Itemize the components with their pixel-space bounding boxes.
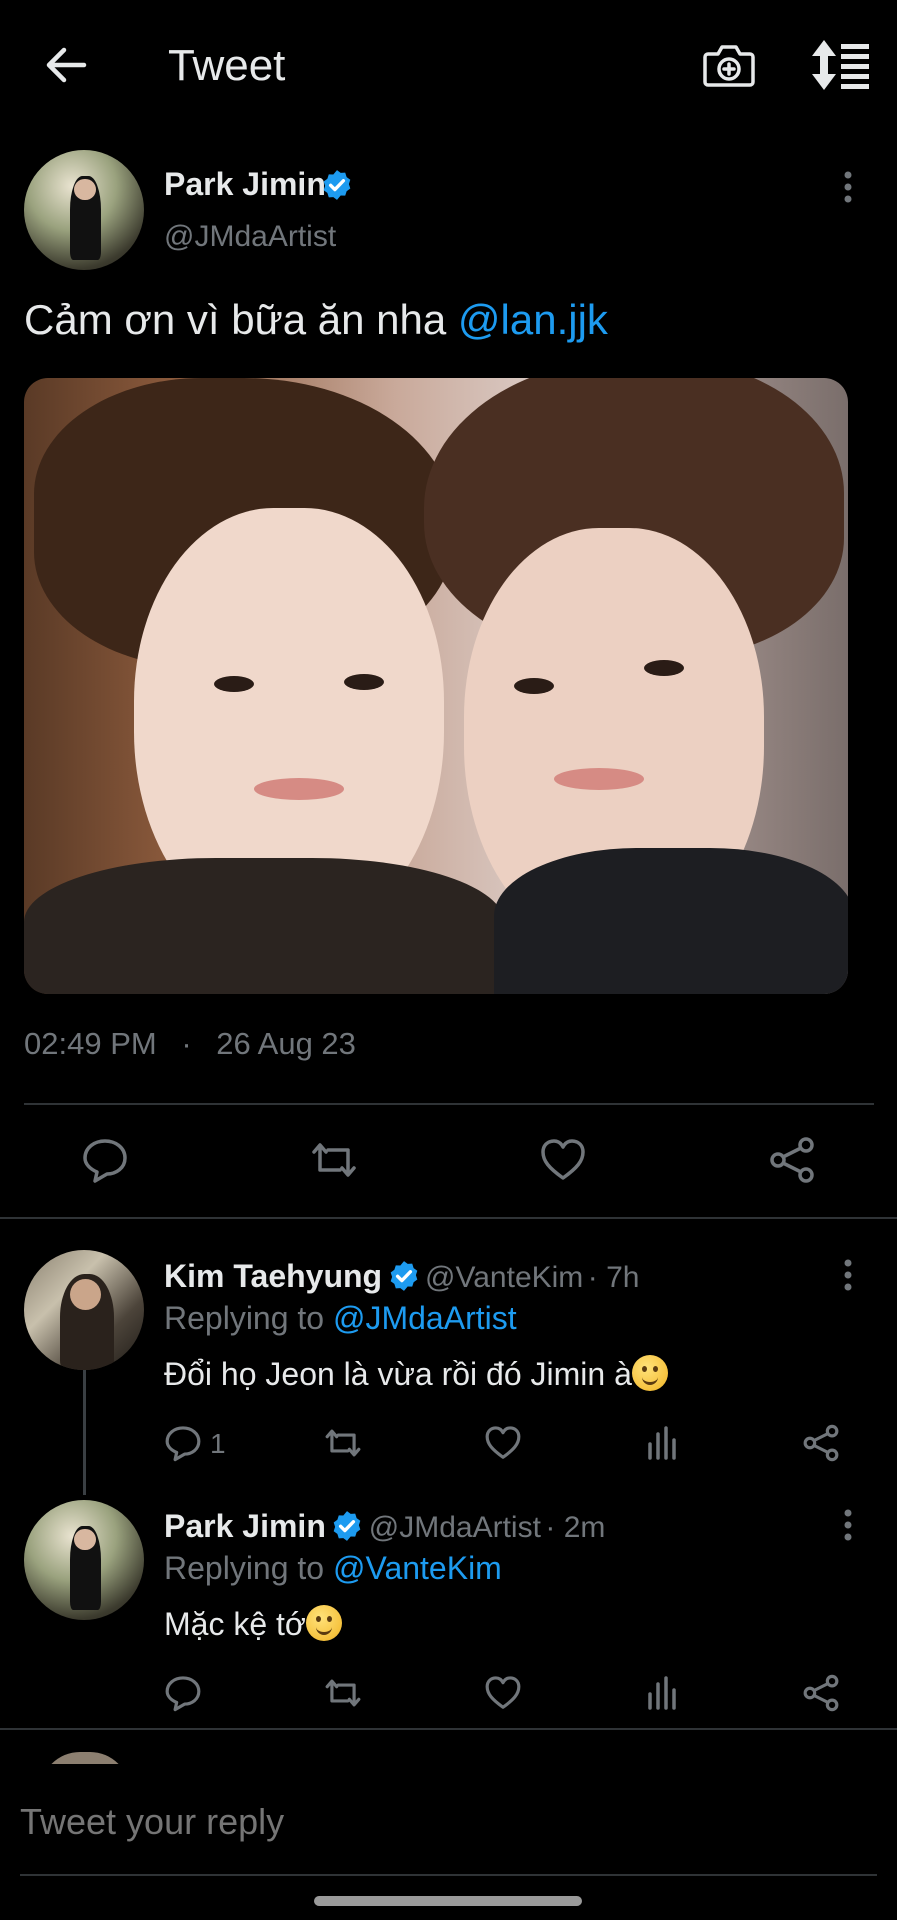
replying-to-label: Replying to [164,1550,325,1586]
more-options-icon[interactable] [840,170,856,204]
reply-author-name[interactable]: Kim Taehyung [164,1258,382,1294]
reply-icon[interactable] [81,1136,129,1184]
share-icon[interactable] [802,1674,840,1712]
back-arrow-icon[interactable] [40,40,90,90]
replying-to: Replying to @VanteKim [164,1550,502,1587]
verified-badge-icon [320,168,354,202]
like-icon[interactable] [484,1424,522,1462]
reply-input[interactable] [20,1794,860,1850]
mention-link[interactable]: @lan.jjk [458,296,608,343]
divider [20,1874,877,1876]
avatar[interactable] [24,1500,144,1620]
page-title: Tweet [168,41,286,90]
reply-icon[interactable] [164,1424,202,1462]
verified-badge-icon [330,1509,364,1543]
camera-plus-icon[interactable] [700,36,758,94]
author-handle[interactable]: @JMdaArtist [164,220,336,254]
reply-time: · 7h [587,1261,640,1294]
tweet-time: 02:49 PM [24,1026,157,1061]
replying-to: Replying to @JMdaArtist [164,1300,517,1337]
timestamp-separator: · [181,1026,192,1061]
share-icon[interactable] [768,1136,816,1184]
reply-time: · 2m [545,1511,606,1544]
reply-header: Kim Taehyung @VanteKim · 7h [164,1258,639,1295]
tweet-date: 26 Aug 23 [216,1026,356,1061]
avatar[interactable] [24,150,144,270]
analytics-icon[interactable] [644,1424,682,1462]
divider [0,1728,897,1730]
reply-author-name[interactable]: Park Jimin [164,1508,326,1544]
reply-icon[interactable] [164,1674,202,1712]
more-options-icon[interactable] [840,1508,856,1542]
analytics-icon[interactable] [644,1674,682,1712]
replying-to-link[interactable]: @JMdaArtist [333,1300,517,1336]
sort-icon[interactable] [808,36,872,94]
reply-author-handle[interactable]: @JMdaArtist [369,1511,541,1544]
like-icon[interactable] [484,1674,522,1712]
reply-author-handle[interactable]: @VanteKim [425,1261,583,1294]
tweet-timestamp: 02:49 PM · 26 Aug 23 [24,1026,356,1062]
thread-line [83,1370,86,1495]
more-options-icon[interactable] [840,1258,856,1292]
verified-badge-icon [387,1259,421,1293]
tweet-photo[interactable] [24,378,848,994]
replying-to-label: Replying to [164,1300,325,1336]
share-icon[interactable] [802,1424,840,1462]
author-name[interactable]: Park Jimin [164,166,326,203]
reply-count: 1 [210,1428,226,1459]
reply-header: Park Jimin @JMdaArtist · 2m [164,1508,605,1545]
home-indicator[interactable] [314,1896,582,1906]
reply-text: Đổi họ Jeon là vừa rồi đó Jimin à [164,1355,668,1393]
reply-text: Mặc kệ tớ [164,1605,342,1643]
tweet-text-body: Cảm ơn vì bữa ăn nha [24,296,458,343]
like-icon[interactable] [539,1136,587,1184]
avatar[interactable] [24,1250,144,1370]
tweet-text: Cảm ơn vì bữa ăn nha @lan.jjk [24,296,608,344]
reply-text-body: Mặc kệ tớ [164,1606,306,1642]
retweet-icon[interactable] [310,1136,358,1184]
reply-text-body: Đổi họ Jeon là vừa rồi đó Jimin à [164,1356,632,1392]
retweet-icon[interactable] [324,1674,362,1712]
divider [24,1103,874,1105]
retweet-icon[interactable] [324,1424,362,1462]
replying-to-link[interactable]: @VanteKim [333,1550,502,1586]
divider [0,1217,897,1219]
smile-emoji-icon [305,1605,342,1641]
smirk-emoji-icon [631,1355,668,1391]
